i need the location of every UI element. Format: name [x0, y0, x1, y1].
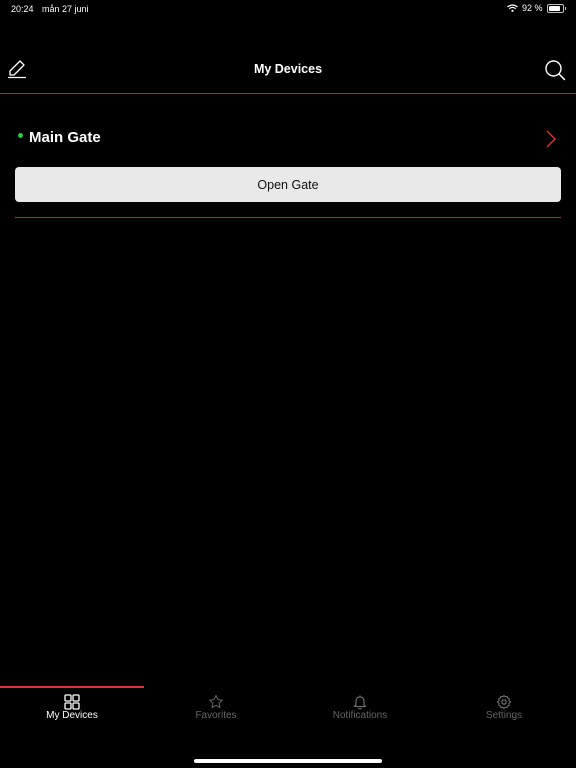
device-row[interactable]: Main Gate	[15, 120, 561, 160]
open-gate-button[interactable]: Open Gate	[15, 167, 561, 202]
battery-percent: 92 %	[521, 3, 543, 13]
tab-notifications[interactable]: Notifications	[288, 686, 432, 736]
home-indicator	[194, 759, 382, 763]
wifi-icon	[507, 4, 518, 12]
status-indicators: 92 %	[507, 3, 566, 13]
tab-label: Settings	[485, 710, 523, 721]
device-divider	[15, 217, 561, 218]
tab-settings[interactable]: Settings	[432, 686, 576, 736]
tab-label: My Devices	[46, 710, 98, 721]
grid-icon	[64, 694, 80, 710]
gear-icon	[497, 695, 511, 709]
nav-divider	[0, 93, 576, 94]
nav-bar: My Devices	[0, 50, 576, 90]
status-time: 20:24	[11, 4, 34, 14]
status-dot-icon	[18, 133, 23, 138]
chevron-right-icon[interactable]	[545, 129, 557, 149]
active-tab-indicator	[0, 686, 144, 688]
battery-icon	[546, 3, 564, 13]
battery-tip	[564, 6, 566, 10]
tab-my-devices[interactable]: My Devices	[0, 686, 144, 736]
status-bar: 20:24 mån 27 juni 92 %	[0, 0, 576, 18]
status-date: mån 27 juni	[42, 4, 89, 14]
tab-label: Notifications	[332, 710, 388, 721]
tab-favorites[interactable]: Favorites	[144, 686, 288, 736]
star-icon	[209, 695, 223, 709]
page-title: My Devices	[253, 62, 323, 76]
bell-icon	[353, 695, 367, 710]
tab-label: Favorites	[195, 710, 237, 721]
tab-bar: My Devices Favorites Notifications Setti…	[0, 686, 576, 736]
search-icon[interactable]	[544, 59, 566, 81]
device-name: Main Gate	[29, 129, 101, 146]
